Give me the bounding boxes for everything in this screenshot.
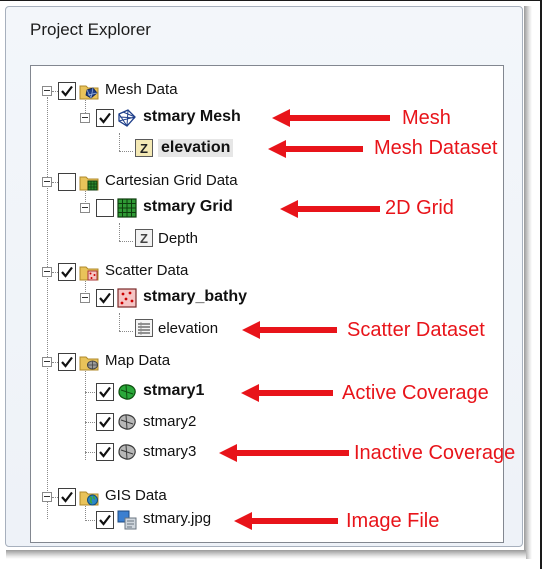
window-shadow (6, 550, 526, 559)
annotation-arrow (242, 321, 337, 339)
collapse-toggle[interactable] (80, 203, 90, 213)
collapse-toggle[interactable] (80, 293, 90, 303)
z-dataset-icon: Z (135, 139, 153, 157)
tree-node-label[interactable]: elevation (158, 139, 234, 157)
coverage-icon (117, 412, 137, 432)
svg-text:Z: Z (140, 231, 148, 246)
frame-edge (0, 0, 542, 1)
checkbox-stmary3[interactable] (96, 443, 114, 461)
checkbox-stmary-mesh[interactable] (96, 109, 114, 127)
collapse-toggle[interactable] (42, 86, 52, 96)
tree-guide-line (119, 241, 133, 242)
mesh-folder-icon (79, 81, 99, 101)
grid-folder-icon (79, 172, 99, 192)
collapse-toggle[interactable] (80, 113, 90, 123)
collapse-toggle[interactable] (42, 492, 52, 502)
annotation-arrow (241, 384, 333, 402)
coverage-icon (117, 442, 137, 462)
collapse-toggle[interactable] (42, 177, 52, 187)
tree-node-label[interactable]: Map Data (105, 352, 170, 369)
tree-node-label[interactable]: stmary_bathy (143, 288, 247, 306)
tree-guide-line (119, 313, 120, 331)
annotation-inactive-coverage: Inactive Coverage (354, 442, 516, 464)
checkbox-stmary-grid[interactable] (96, 199, 114, 217)
tree-guide-line (47, 97, 48, 519)
image-file-icon (117, 510, 137, 530)
annotation-mesh-dataset: Mesh Dataset (374, 137, 498, 159)
annotation-mesh: Mesh (402, 107, 451, 129)
map-folder-icon (79, 352, 99, 372)
scatter-folder-icon (79, 262, 99, 282)
tree-node-label[interactable]: Mesh Data (105, 81, 178, 98)
z-dataset-icon: Z (135, 229, 153, 247)
mesh-icon (117, 108, 137, 128)
annotation-active-coverage: Active Coverage (342, 382, 489, 404)
checkbox-stmary-bathy[interactable] (96, 289, 114, 307)
gis-folder-icon (79, 487, 99, 507)
panel-title: Project Explorer (30, 20, 151, 39)
annotation-arrow (268, 140, 363, 158)
tree-node-label[interactable]: Depth (158, 230, 198, 247)
collapse-toggle[interactable] (42, 267, 52, 277)
project-tree: Mesh Data stmary Mesh Z elevation Cartes… (30, 65, 515, 543)
tree-node-label[interactable]: stmary2 (143, 413, 196, 430)
annotation-2d-grid: 2D Grid (385, 197, 454, 219)
checkbox-stmary-jpg[interactable] (96, 511, 114, 529)
checkbox-scatter-data[interactable] (58, 263, 76, 281)
checkbox-map-data[interactable] (58, 353, 76, 371)
tree-node-label[interactable]: stmary Mesh (143, 108, 241, 126)
tree-node-label[interactable]: stmary.jpg (143, 510, 211, 527)
checkbox-gis-data[interactable] (58, 488, 76, 506)
scatter-dataset-icon (135, 319, 153, 337)
svg-text:Z: Z (140, 141, 148, 156)
tree-guide-line (119, 223, 120, 241)
tree-node-label[interactable]: Cartesian Grid Data (105, 172, 238, 189)
annotation-scatter-dataset: Scatter Dataset (347, 319, 485, 341)
tree-node-label[interactable]: Scatter Data (105, 262, 188, 279)
tree-guide-line (85, 362, 86, 460)
tree-guide-line (119, 133, 120, 151)
tree-guide-line (119, 151, 133, 152)
tree-node-label[interactable]: stmary Grid (143, 198, 233, 216)
scatter-icon (117, 288, 137, 308)
tree-node-label[interactable]: stmary1 (143, 382, 204, 400)
annotation-arrow (219, 444, 349, 462)
tree-node-label[interactable]: elevation (158, 320, 218, 337)
window-shadow (524, 6, 532, 559)
active-coverage-icon (117, 382, 137, 402)
tree-guide-line (119, 331, 133, 332)
tree-node-label[interactable]: GIS Data (105, 487, 167, 504)
checkbox-stmary1[interactable] (96, 383, 114, 401)
annotation-arrow (280, 200, 380, 218)
grid-icon (117, 198, 137, 218)
checkbox-cartesian-grid-data[interactable] (58, 173, 76, 191)
checkbox-mesh-data[interactable] (58, 82, 76, 100)
annotation-image-file: Image File (346, 510, 440, 532)
tree-node-label[interactable]: stmary3 (143, 443, 196, 460)
checkbox-stmary2[interactable] (96, 413, 114, 431)
annotation-arrow (272, 109, 390, 127)
annotation-arrow (234, 512, 338, 530)
collapse-toggle[interactable] (42, 357, 52, 367)
